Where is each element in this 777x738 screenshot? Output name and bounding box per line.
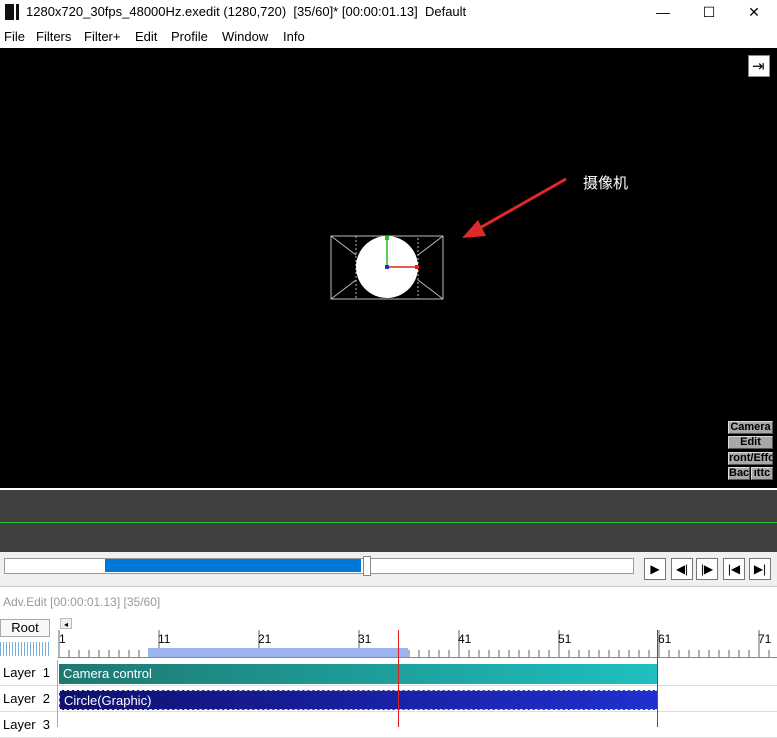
layer-3-label[interactable]: Layer 3 — [0, 713, 57, 738]
seek-selection — [105, 559, 361, 572]
circle-graphic-clip[interactable]: Circle(Graphic) — [59, 690, 658, 710]
preview-canvas[interactable] — [0, 48, 777, 488]
scene-end-marker — [657, 630, 658, 727]
scroll-left-icon[interactable]: ◂ — [60, 618, 72, 629]
maximize-button[interactable]: ☐ — [686, 0, 732, 24]
dock-icon[interactable]: ⇥ — [748, 55, 770, 77]
tick-label: 61 — [658, 632, 672, 646]
menu-file[interactable]: File — [4, 29, 25, 44]
menu-profile[interactable]: Profile — [171, 29, 208, 44]
annotation-label: 摄像机 — [583, 174, 629, 192]
tick-label: 41 — [458, 632, 472, 646]
layer-separator — [57, 660, 58, 727]
prev-frame-button[interactable]: ◀| — [671, 558, 693, 580]
menu-window[interactable]: Window — [222, 29, 268, 44]
audio-level-line — [0, 522, 777, 523]
tick-label: 71 — [758, 632, 772, 646]
play-button[interactable]: ▶ — [644, 558, 666, 580]
go-start-button[interactable]: |◀ — [723, 558, 745, 580]
window-title: 1280x720_30fps_48000Hz.exedit (1280,720)… — [26, 4, 467, 19]
root-button[interactable]: Root — [0, 619, 50, 637]
menu-edit[interactable]: Edit — [135, 29, 157, 44]
menu-bar: File Filters Filter+ Edit Profile Window… — [0, 26, 777, 48]
seek-thumb[interactable] — [363, 556, 371, 576]
minimize-button[interactable]: — — [640, 0, 686, 24]
extra-button[interactable]: ıttc — [751, 467, 773, 480]
camera-control-clip[interactable]: Camera control — [59, 664, 658, 684]
layer-header-scale — [0, 642, 50, 656]
close-button[interactable]: ✕ — [731, 0, 777, 24]
advedit-title: Adv.Edit [00:00:01.13] [35/60] — [3, 595, 161, 609]
next-frame-button[interactable]: |▶ — [696, 558, 718, 580]
tick-label: 51 — [558, 632, 572, 646]
tick-label: 1 — [59, 632, 66, 646]
go-end-button[interactable]: ▶| — [749, 558, 771, 580]
camera-button[interactable]: Camera — [728, 421, 773, 434]
app-icon — [5, 4, 19, 20]
layer-2-label[interactable]: Layer 2 — [0, 687, 57, 712]
ruler-baseline — [58, 657, 777, 658]
menu-filter-plus[interactable]: Filter+ — [84, 29, 120, 44]
layer-1-label[interactable]: Layer 1 — [0, 661, 57, 686]
dock-glyph: ⇥ — [752, 58, 765, 75]
front-effect-button[interactable]: ront/Effo — [728, 452, 773, 465]
edit-button[interactable]: Edit — [728, 436, 773, 449]
camera-gizmo[interactable] — [0, 48, 777, 488]
menu-info[interactable]: Info — [283, 29, 305, 44]
tick-label: 21 — [258, 632, 272, 646]
back-button[interactable]: Back — [728, 467, 750, 480]
tick-label: 11 — [158, 632, 171, 646]
tick-label: 31 — [358, 632, 372, 646]
playhead-cursor[interactable] — [398, 630, 399, 727]
layer-3-row[interactable] — [58, 713, 777, 738]
audio-wave-panel — [0, 488, 777, 552]
annotation-arrow — [477, 177, 567, 231]
menu-filters[interactable]: Filters — [36, 29, 71, 44]
